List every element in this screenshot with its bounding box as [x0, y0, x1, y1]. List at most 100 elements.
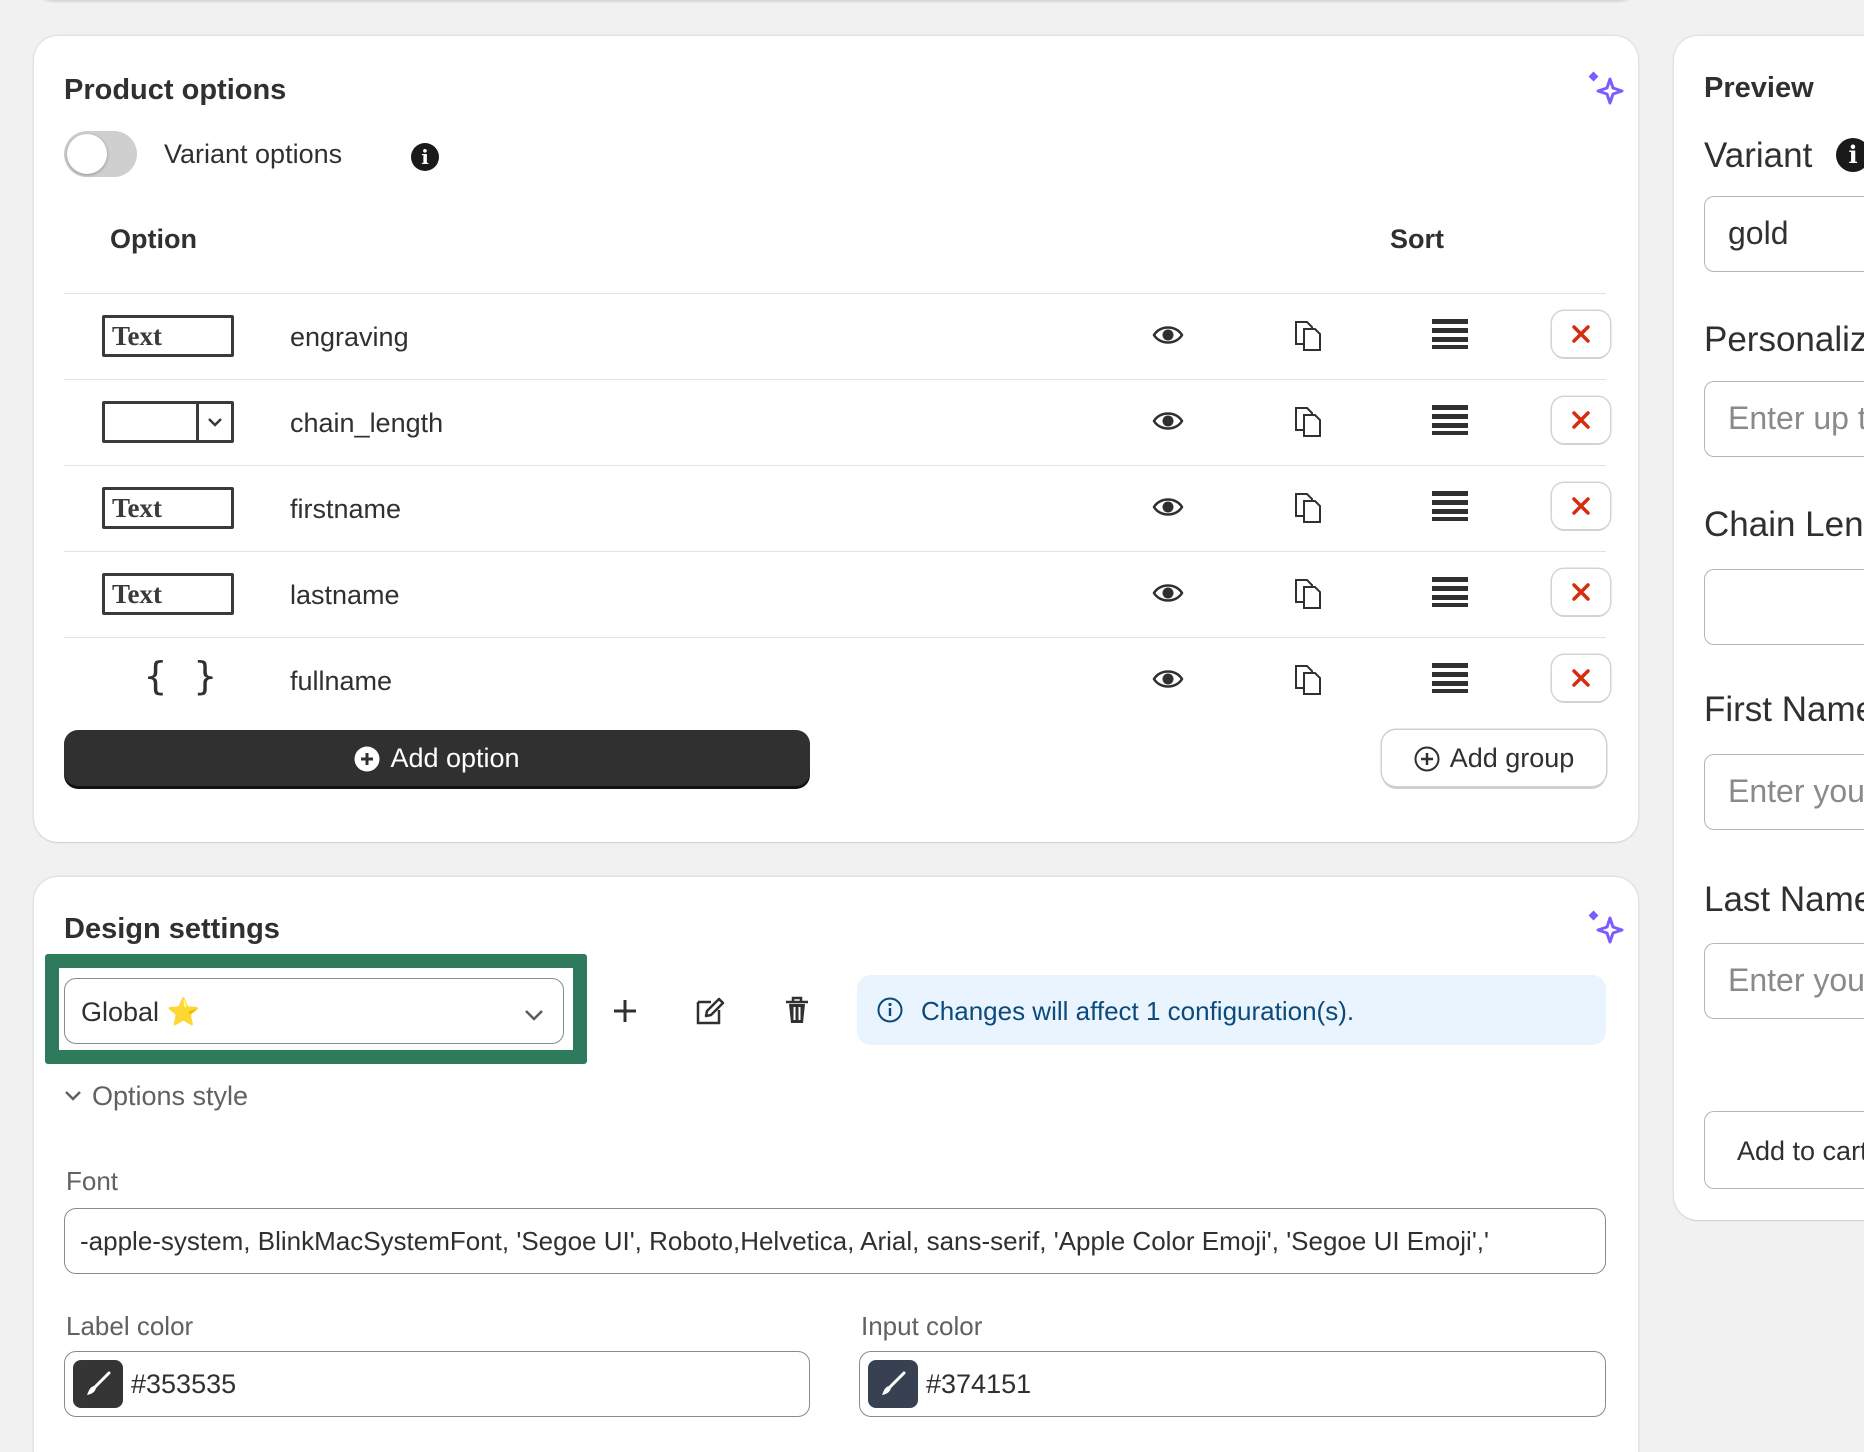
duplicate-icon[interactable]	[1292, 320, 1324, 352]
personalization-placeholder: Enter up t	[1728, 400, 1864, 436]
variant-label: Variant i	[1704, 136, 1864, 176]
visibility-eye-icon[interactable]	[1152, 492, 1184, 522]
drag-handle-icon[interactable]	[1430, 662, 1470, 694]
close-icon	[1572, 583, 1590, 601]
chain-length-label: Chain Len	[1704, 505, 1864, 544]
select-divider	[196, 404, 199, 440]
label-color-label: Label color	[66, 1311, 194, 1341]
select-type-icon	[102, 401, 234, 443]
variant-select[interactable]: gold	[1704, 196, 1864, 272]
product-options-card: Product options Variant options i Option…	[34, 36, 1638, 842]
font-label: Font	[66, 1166, 119, 1196]
ai-sparkle-icon[interactable]	[1586, 908, 1626, 948]
chevron-down-icon	[65, 1091, 81, 1101]
font-value: -apple-system, BlinkMacSystemFont, 'Sego…	[80, 1226, 1489, 1256]
plus-circle-icon	[354, 746, 380, 772]
paintbrush-icon	[882, 1371, 906, 1395]
trash-icon[interactable]	[782, 995, 812, 1025]
add-to-cart-label: Add to cart	[1737, 1136, 1864, 1166]
delete-option-button[interactable]	[1552, 655, 1610, 701]
text-type-icon: Text	[102, 573, 234, 615]
option-name: engraving	[290, 322, 409, 352]
options-style-label: Options style	[92, 1081, 249, 1111]
plus-circle-icon	[1414, 746, 1440, 772]
label-color-swatch[interactable]	[73, 1360, 123, 1408]
first-name-placeholder: Enter you	[1728, 773, 1864, 809]
last-name-label: Last Name	[1704, 880, 1864, 919]
variant-label-text: Variant	[1704, 136, 1813, 175]
option-row[interactable]: Text engraving	[64, 293, 1610, 379]
close-icon	[1572, 411, 1590, 429]
info-banner-text: Changes will affect 1 configuration(s).	[921, 996, 1355, 1026]
edit-icon[interactable]	[695, 996, 725, 1026]
first-name-input[interactable]: Enter you	[1704, 754, 1864, 830]
option-row[interactable]: { } fullname	[64, 637, 1610, 723]
delete-option-button[interactable]	[1552, 397, 1610, 443]
options-style-collapsible[interactable]: Options style	[64, 1081, 248, 1112]
paintbrush-icon	[87, 1371, 111, 1395]
chain-length-select[interactable]	[1704, 569, 1864, 645]
product-options-title: Product options	[64, 74, 287, 106]
personalization-label: Personaliz	[1704, 320, 1864, 359]
label-color-input[interactable]: #353535	[64, 1351, 810, 1417]
input-color-value: #374151	[926, 1369, 1032, 1399]
visibility-eye-icon[interactable]	[1152, 320, 1184, 350]
close-icon	[1572, 669, 1590, 687]
design-preset-select[interactable]: Global ⭐	[64, 978, 564, 1044]
close-icon	[1572, 325, 1590, 343]
input-color-label: Input color	[861, 1311, 983, 1341]
info-banner: Changes will affect 1 configuration(s).	[857, 975, 1606, 1045]
delete-option-button[interactable]	[1552, 483, 1610, 529]
option-row[interactable]: Text lastname	[64, 551, 1610, 637]
variant-options-toggle[interactable]	[64, 131, 137, 177]
visibility-eye-icon[interactable]	[1152, 664, 1184, 694]
delete-option-button[interactable]	[1552, 569, 1610, 615]
option-row[interactable]: chain_length	[64, 379, 1610, 465]
design-preset-value: Global ⭐	[81, 997, 201, 1027]
add-group-button[interactable]: Add group	[1382, 730, 1606, 786]
design-settings-card: Design settings Global ⭐ Changes will af…	[34, 877, 1638, 1452]
font-input[interactable]: -apple-system, BlinkMacSystemFont, 'Sego…	[64, 1208, 1606, 1274]
variant-options-label: Variant options	[164, 139, 343, 169]
duplicate-icon[interactable]	[1292, 406, 1324, 438]
close-icon	[1572, 497, 1590, 515]
option-row[interactable]: Text firstname	[64, 465, 1610, 551]
variant-value: gold	[1728, 215, 1789, 251]
input-color-swatch[interactable]	[868, 1360, 918, 1408]
chevron-down-icon	[208, 418, 222, 427]
preview-title: Preview	[1704, 72, 1814, 104]
label-color-value: #353535	[131, 1369, 237, 1399]
drag-handle-icon[interactable]	[1430, 404, 1470, 436]
ai-sparkle-icon[interactable]	[1586, 69, 1626, 109]
personalization-input[interactable]: Enter up t	[1704, 381, 1864, 457]
first-name-label: First Name	[1704, 690, 1864, 729]
option-name: fullname	[290, 666, 393, 696]
drag-handle-icon[interactable]	[1430, 318, 1470, 350]
option-name: firstname	[290, 494, 402, 524]
info-icon[interactable]: i	[411, 143, 439, 171]
visibility-eye-icon[interactable]	[1152, 578, 1184, 608]
design-settings-title: Design settings	[64, 913, 280, 945]
preview-card: Preview Variant i gold Personaliz Enter …	[1674, 36, 1864, 1220]
add-to-cart-button[interactable]: Add to cart	[1704, 1111, 1864, 1189]
add-option-button[interactable]: Add option	[64, 730, 810, 786]
input-color-input[interactable]: #374151	[859, 1351, 1606, 1417]
drag-handle-icon[interactable]	[1430, 576, 1470, 608]
option-name: lastname	[290, 580, 400, 610]
plus-icon[interactable]	[610, 996, 640, 1026]
text-type-icon: Text	[102, 487, 234, 529]
add-group-label: Add group	[1449, 743, 1575, 773]
last-name-input[interactable]: Enter you	[1704, 943, 1864, 1019]
option-name: chain_length	[290, 408, 444, 438]
text-type-icon: Text	[102, 315, 234, 357]
duplicate-icon[interactable]	[1292, 664, 1324, 696]
visibility-eye-icon[interactable]	[1152, 406, 1184, 436]
column-header-option: Option	[110, 224, 197, 254]
delete-option-button[interactable]	[1552, 311, 1610, 357]
duplicate-icon[interactable]	[1292, 578, 1324, 610]
info-circle-icon	[877, 997, 903, 1023]
chevron-down-icon	[525, 1010, 543, 1021]
duplicate-icon[interactable]	[1292, 492, 1324, 524]
info-icon[interactable]: i	[1836, 138, 1864, 172]
drag-handle-icon[interactable]	[1430, 490, 1470, 522]
